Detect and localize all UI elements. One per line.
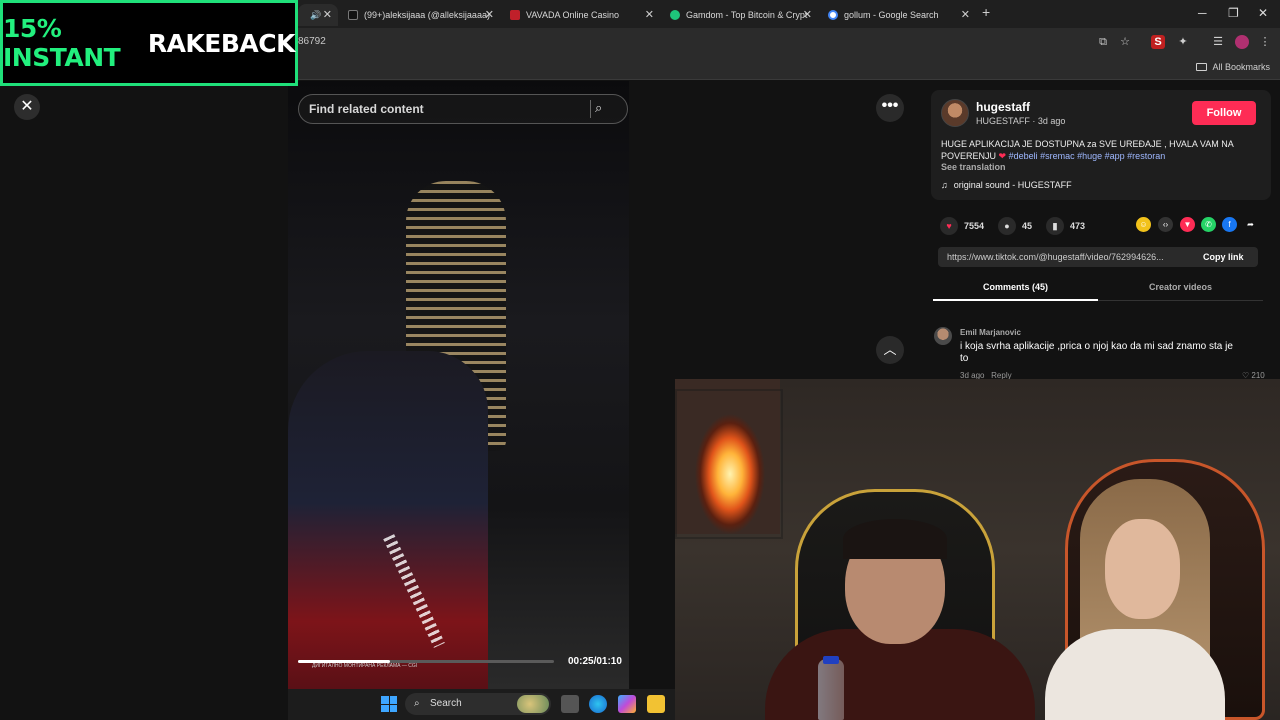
heart-emoji-icon: ❤: [998, 151, 1007, 161]
gamdom-icon: [670, 10, 680, 20]
search-highlight-image: [517, 695, 549, 713]
tab-tiktok[interactable]: (99+)aleksijaaa (@alleksijaaaa) ✕: [340, 4, 500, 26]
search-icon: ⌕: [414, 698, 420, 709]
taskbar-search-label: Search: [430, 698, 462, 709]
like-count: 7554: [964, 221, 985, 231]
tab-creator-videos[interactable]: Creator videos: [1098, 282, 1263, 292]
follow-button[interactable]: Follow: [1192, 101, 1256, 125]
music-note-icon: ♫: [941, 180, 948, 190]
close-window-icon[interactable]: ✕: [1258, 6, 1268, 20]
video-subtitle: ДИГИТАЛНО МОНТИРАНА РЕКЛАМА — CGI: [312, 663, 418, 669]
task-view-icon[interactable]: [561, 695, 579, 713]
heart-icon: ♥: [940, 217, 958, 235]
post-description: HUGE APLIKACIJA JE DOSTUPNA za SVE UREĐA…: [941, 138, 1251, 162]
file-explorer-icon[interactable]: [647, 695, 665, 713]
tab-vavada[interactable]: VAVADA Online Casino ✕: [502, 4, 660, 26]
sound-link[interactable]: ♫ original sound - HUGESTAFF: [941, 180, 1072, 190]
install-app-icon[interactable]: ⧉: [1096, 35, 1110, 49]
comment-author[interactable]: Emil Marjanovic: [960, 328, 1021, 337]
progress-fill: [298, 660, 391, 663]
tab-comments[interactable]: Comments (45): [933, 282, 1098, 292]
close-tab-icon[interactable]: ✕: [961, 8, 970, 21]
all-bookmarks-button[interactable]: All Bookmarks: [1196, 62, 1270, 72]
url-field[interactable]: 86792: [298, 36, 326, 47]
see-translation-link[interactable]: See translation: [941, 162, 1006, 172]
restore-icon[interactable]: ❐: [1228, 6, 1239, 20]
tab-label: gollum - Google Search: [844, 10, 939, 20]
speaker-icon: 🔊: [310, 9, 322, 20]
all-bookmarks-label: All Bookmarks: [1212, 62, 1270, 72]
man-hair: [843, 519, 947, 559]
active-tab-indicator: [933, 299, 1098, 301]
tab-label: (99+)aleksijaaa (@alleksijaaaa): [364, 10, 490, 20]
water-bottle: [818, 659, 844, 720]
windows-start-icon[interactable]: [381, 696, 397, 712]
promo-green-text: 15% INSTANT: [3, 14, 121, 72]
like-button[interactable]: ♥ 7554: [940, 217, 984, 235]
rakeback-banner: 15% INSTANT RAKEBACK: [0, 0, 298, 86]
webcam-overlay: [675, 379, 1280, 720]
tab-google[interactable]: gollum - Google Search ✕: [820, 4, 976, 26]
star-icon[interactable]: ☆: [1118, 35, 1132, 49]
whatsapp-icon[interactable]: ✆: [1201, 217, 1216, 232]
folder-icon: [1196, 63, 1208, 71]
more-options-icon[interactable]: •••: [876, 94, 904, 122]
close-tab-icon[interactable]: ✕: [485, 8, 494, 21]
save-button[interactable]: ▮ 473: [1046, 217, 1085, 235]
video-time: 00:25/01:10: [568, 656, 622, 667]
chevron-up-icon[interactable]: ︿: [876, 336, 904, 364]
search-icon[interactable]: ⌕: [590, 100, 608, 118]
comment-count: 45: [1022, 221, 1033, 231]
embed-icon[interactable]: ‹›: [1158, 217, 1173, 232]
woman-face: [1105, 519, 1180, 619]
google-icon: [828, 10, 838, 20]
vavada-icon: [510, 10, 520, 20]
video-player[interactable]: [288, 81, 629, 689]
tiktok-icon: [348, 10, 358, 20]
copy-link-button[interactable]: Copy link: [1203, 252, 1244, 262]
minimize-icon[interactable]: ─: [1198, 6, 1207, 20]
tab-gamdom[interactable]: Gamdom - Top Bitcoin & Crypt ✕: [662, 4, 818, 26]
new-tab-button[interactable]: +: [982, 4, 990, 20]
tab-previous[interactable]: 🔊 ✕: [298, 4, 338, 26]
close-tab-icon[interactable]: ✕: [645, 8, 654, 21]
video-link[interactable]: https://www.tiktok.com/@hugestaff/video/…: [947, 252, 1164, 262]
user-subline: HUGESTAFF · 3d ago: [976, 116, 1066, 126]
extensions-icon[interactable]: ✦: [1176, 35, 1190, 49]
profile-icon[interactable]: [1235, 35, 1249, 49]
sound-label: original sound - HUGESTAFF: [953, 180, 1072, 190]
close-icon[interactable]: ✕: [14, 94, 40, 120]
hashtags[interactable]: #debeli #sremac #huge #app #restoran: [1009, 151, 1166, 161]
username[interactable]: hugestaff: [976, 100, 1030, 114]
video-progress-bar[interactable]: [298, 660, 554, 663]
edge-icon[interactable]: [589, 695, 607, 713]
tab-label: VAVADA Online Casino: [526, 10, 620, 20]
extension-s-icon[interactable]: S: [1151, 35, 1165, 49]
person-image: [288, 351, 488, 689]
share-arrow-icon[interactable]: ➦: [1243, 217, 1258, 232]
bookmark-icon: ▮: [1046, 217, 1064, 235]
comment-icon: ●: [998, 217, 1016, 235]
search-placeholder: Find related content: [309, 102, 424, 116]
comment-text: i koja svrha aplikacije ,prica o njoj ka…: [960, 341, 1233, 364]
promo-white-text: RAKEBACK: [147, 28, 296, 58]
close-tab-icon[interactable]: ✕: [803, 8, 812, 21]
reading-list-icon[interactable]: ☰: [1211, 35, 1225, 49]
comment-avatar[interactable]: [934, 327, 952, 345]
copilot-icon[interactable]: [618, 695, 636, 713]
avatar[interactable]: [941, 99, 969, 127]
comment-button[interactable]: ● 45: [998, 217, 1032, 235]
emoji-share-icon[interactable]: ☺: [1136, 217, 1151, 232]
send-icon[interactable]: ▼: [1180, 217, 1195, 232]
tab-label: Gamdom - Top Bitcoin & Crypt: [686, 10, 808, 20]
save-count: 473: [1070, 221, 1086, 231]
close-tab-icon[interactable]: ✕: [323, 8, 332, 21]
menu-icon[interactable]: ⋮: [1258, 35, 1272, 49]
bottle-cap: [823, 656, 839, 664]
facebook-icon[interactable]: f: [1222, 217, 1237, 232]
tv-frame: [675, 389, 783, 539]
